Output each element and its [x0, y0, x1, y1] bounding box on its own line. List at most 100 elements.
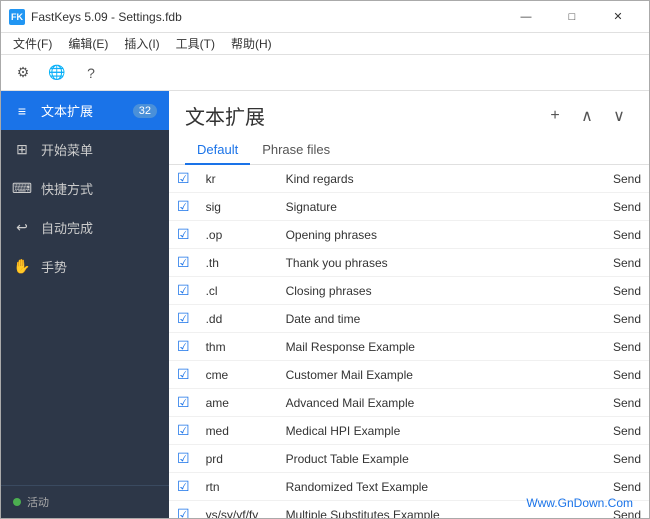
row-checkbox[interactable]: ☑ — [169, 333, 198, 361]
move-down-button[interactable]: ∨ — [605, 102, 633, 130]
table-row[interactable]: ☑ kr Kind regards Send — [169, 165, 649, 193]
row-code: sig — [198, 193, 278, 221]
row-checkbox[interactable]: ☑ — [169, 361, 198, 389]
row-checkbox[interactable]: ☑ — [169, 165, 198, 193]
gestures-icon: ✋ — [13, 258, 31, 276]
row-code: med — [198, 417, 278, 445]
autocomplete-icon: ↩ — [13, 219, 31, 237]
table-row[interactable]: ☑ thm Mail Response Example Send — [169, 333, 649, 361]
row-description: Closing phrases — [278, 277, 599, 305]
window-title: FastKeys 5.09 - Settings.fdb — [31, 10, 503, 24]
menu-help[interactable]: 帮助(H) — [223, 33, 280, 54]
table-row[interactable]: ☑ .cl Closing phrases Send — [169, 277, 649, 305]
add-button[interactable]: + — [541, 102, 569, 130]
row-checkbox[interactable]: ☑ — [169, 277, 198, 305]
sidebar-label-start-menu: 开始菜单 — [41, 140, 93, 159]
row-code: prd — [198, 445, 278, 473]
sidebar-item-start-menu[interactable]: ⊞ 开始菜单 — [1, 130, 169, 169]
help-icon[interactable]: ? — [77, 59, 105, 87]
sidebar-item-autocomplete[interactable]: ↩ 自动完成 — [1, 208, 169, 247]
row-checkbox[interactable]: ☑ — [169, 473, 198, 501]
row-code: ame — [198, 389, 278, 417]
row-checkbox[interactable]: ☑ — [169, 445, 198, 473]
row-action: Send — [599, 389, 649, 417]
row-description: Date and time — [278, 305, 599, 333]
tab-phrase-files[interactable]: Phrase files — [250, 136, 342, 165]
text-expand-badge: 32 — [133, 104, 157, 118]
row-description: Medical HPI Example — [278, 417, 599, 445]
menu-file[interactable]: 文件(F) — [5, 33, 60, 54]
sidebar-label-shortcuts: 快捷方式 — [41, 179, 93, 198]
move-up-button[interactable]: ∧ — [573, 102, 601, 130]
sidebar-item-gestures[interactable]: ✋ 手势 — [1, 247, 169, 286]
row-checkbox[interactable]: ☑ — [169, 193, 198, 221]
table-row[interactable]: ☑ prd Product Table Example Send — [169, 445, 649, 473]
start-menu-icon: ⊞ — [13, 141, 31, 159]
maximize-button[interactable]: □ — [549, 1, 595, 33]
row-action: Send — [599, 165, 649, 193]
content-area: 文本扩展 + ∧ ∨ Default Phrase files ☑ — [169, 91, 649, 518]
globe-icon[interactable]: 🌐 — [43, 59, 71, 87]
row-code: .dd — [198, 305, 278, 333]
content-actions: + ∧ ∨ — [541, 102, 633, 130]
main-window: FK FastKeys 5.09 - Settings.fdb — □ ✕ 文件… — [0, 0, 650, 519]
table-row[interactable]: ☑ cme Customer Mail Example Send — [169, 361, 649, 389]
row-action: Send — [599, 361, 649, 389]
row-description: Customer Mail Example — [278, 361, 599, 389]
settings-icon[interactable]: ⚙ — [9, 59, 37, 87]
row-code: ys/sy/yf/fy — [198, 501, 278, 519]
row-checkbox[interactable]: ☑ — [169, 305, 198, 333]
row-action: Send — [599, 277, 649, 305]
row-action: Send — [599, 193, 649, 221]
row-checkbox[interactable]: ☑ — [169, 249, 198, 277]
row-description: Opening phrases — [278, 221, 599, 249]
status-dot — [13, 498, 21, 506]
row-code: cme — [198, 361, 278, 389]
row-checkbox[interactable]: ☑ — [169, 221, 198, 249]
row-description: Thank you phrases — [278, 249, 599, 277]
table-row[interactable]: ☑ sig Signature Send — [169, 193, 649, 221]
table-container: ☑ kr Kind regards Send ☑ sig Signature S… — [169, 165, 649, 518]
sidebar-label-text-expand: 文本扩展 — [41, 101, 93, 120]
row-description: Kind regards — [278, 165, 599, 193]
row-checkbox[interactable]: ☑ — [169, 501, 198, 519]
minimize-button[interactable]: — — [503, 1, 549, 33]
row-action: Send — [599, 249, 649, 277]
window-controls: — □ ✕ — [503, 1, 641, 33]
row-action: Send — [599, 445, 649, 473]
app-icon: FK — [9, 9, 25, 25]
row-action: Send — [599, 417, 649, 445]
row-code: thm — [198, 333, 278, 361]
row-code: kr — [198, 165, 278, 193]
table-row[interactable]: ☑ med Medical HPI Example Send — [169, 417, 649, 445]
sidebar-label-gestures: 手势 — [41, 257, 67, 276]
row-action: Send — [599, 305, 649, 333]
row-checkbox[interactable]: ☑ — [169, 417, 198, 445]
tab-default[interactable]: Default — [185, 136, 250, 165]
menu-edit[interactable]: 编辑(E) — [60, 33, 116, 54]
row-code: .cl — [198, 277, 278, 305]
row-action: Send — [599, 221, 649, 249]
table-row[interactable]: ☑ .dd Date and time Send — [169, 305, 649, 333]
row-description: Product Table Example — [278, 445, 599, 473]
table-row[interactable]: ☑ ame Advanced Mail Example Send — [169, 389, 649, 417]
sidebar-footer: 活动 — [1, 485, 169, 518]
shortcuts-icon: ⌨ — [13, 180, 31, 198]
menu-bar: 文件(F) 编辑(E) 插入(I) 工具(T) 帮助(H) — [1, 33, 649, 55]
table-row[interactable]: ☑ .th Thank you phrases Send — [169, 249, 649, 277]
sidebar-item-text-expand[interactable]: ≡ 文本扩展 32 — [1, 91, 169, 130]
page-title: 文本扩展 — [185, 101, 265, 130]
row-code: .th — [198, 249, 278, 277]
menu-insert[interactable]: 插入(I) — [116, 33, 167, 54]
sidebar-item-shortcuts[interactable]: ⌨ 快捷方式 — [1, 169, 169, 208]
toolbar: ⚙ 🌐 ? — [1, 55, 649, 91]
table-row[interactable]: ☑ .op Opening phrases Send — [169, 221, 649, 249]
row-checkbox[interactable]: ☑ — [169, 389, 198, 417]
close-button[interactable]: ✕ — [595, 1, 641, 33]
main-layout: ≡ 文本扩展 32 ⊞ 开始菜单 ⌨ 快捷方式 ↩ 自动完成 ✋ 手势 — [1, 91, 649, 518]
row-code: .op — [198, 221, 278, 249]
menu-tools[interactable]: 工具(T) — [168, 33, 223, 54]
content-header: 文本扩展 + ∧ ∨ — [169, 91, 649, 130]
row-action: Send — [599, 333, 649, 361]
sidebar: ≡ 文本扩展 32 ⊞ 开始菜单 ⌨ 快捷方式 ↩ 自动完成 ✋ 手势 — [1, 91, 169, 518]
